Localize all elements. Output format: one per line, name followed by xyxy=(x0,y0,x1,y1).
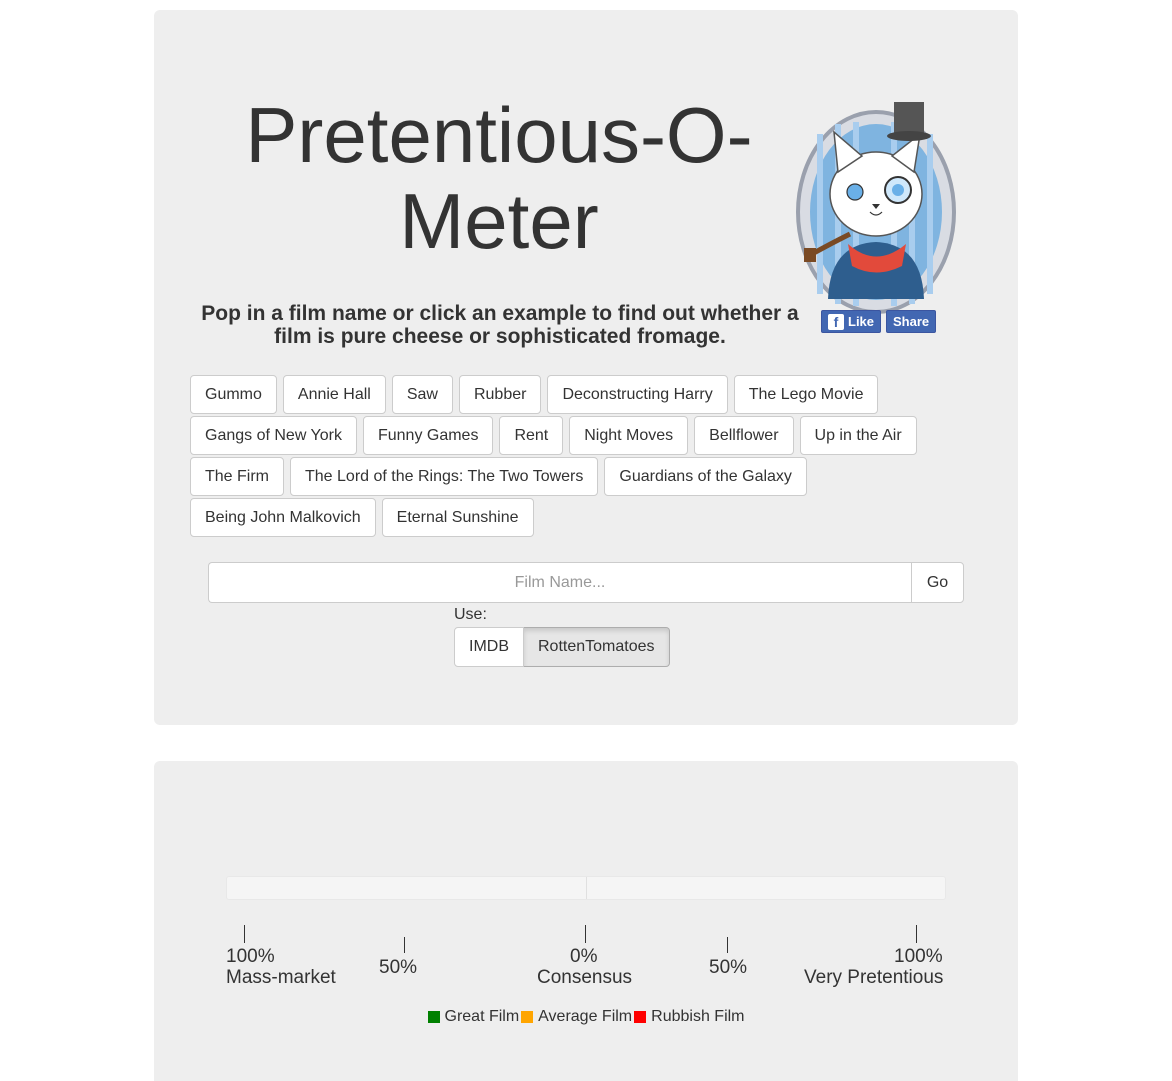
scale-right-percent: 100% xyxy=(894,946,943,967)
like-label: Like xyxy=(848,314,875,329)
legend-label: Great Film xyxy=(444,1008,520,1025)
source-rottentomatoes-button[interactable]: RottenTomatoes xyxy=(524,627,670,667)
legend-label: Rubbish Film xyxy=(651,1008,745,1025)
legend-item: Average Film xyxy=(521,1008,632,1026)
example-film-button[interactable]: Eternal Sunshine xyxy=(381,498,534,537)
example-film-button[interactable]: Guardians of the Galaxy xyxy=(604,457,807,496)
page-title: Pretentious-O-Meter xyxy=(245,91,753,265)
scale-center-percent: 0% xyxy=(570,946,598,967)
example-row: Gummo Annie Hall Saw Rubber Deconstructing H… xyxy=(190,375,990,414)
results-panel: 100% Mass-market 50% 0% Consensus 50% 10… xyxy=(154,761,1018,1081)
tagline: Pop in a film name or click an example t… xyxy=(201,302,799,348)
scale-left-percent: 100% xyxy=(226,946,275,967)
tick-center xyxy=(585,925,586,943)
scale-left-mid-percent: 50% xyxy=(379,957,418,978)
pretentiousness-meter xyxy=(226,876,946,900)
scale-center-name: Consensus xyxy=(537,967,633,988)
tick-left xyxy=(244,925,245,943)
share-label: Share xyxy=(893,314,930,329)
example-film-button[interactable]: Gummo xyxy=(190,375,277,414)
example-film-button[interactable]: Up in the Air xyxy=(799,416,917,455)
source-imdb-button[interactable]: IMDB xyxy=(454,627,524,667)
example-film-button[interactable]: Funny Games xyxy=(362,416,494,455)
example-film-button[interactable]: Being John Malkovich xyxy=(190,498,376,537)
source-label: Use: xyxy=(454,606,487,623)
source-toggle: IMDB RottenTomatoes xyxy=(454,627,670,667)
example-film-button[interactable]: Rubber xyxy=(458,375,542,414)
example-film-button[interactable]: The Lord of the Rings: The Two Towers xyxy=(290,457,599,496)
example-film-button[interactable]: Annie Hall xyxy=(282,375,386,414)
facebook-like-button[interactable]: f Like xyxy=(821,310,882,333)
example-film-button[interactable]: Saw xyxy=(391,375,453,414)
scale-right-name: Very Pretentious xyxy=(804,967,944,988)
example-film-button[interactable]: The Firm xyxy=(190,457,284,496)
legend-label: Average Film xyxy=(538,1008,633,1025)
search-form: Go xyxy=(208,562,964,603)
legend-item: Rubbish Film xyxy=(634,1008,745,1026)
example-film-button[interactable]: Gangs of New York xyxy=(190,416,357,455)
facebook-icon: f xyxy=(828,313,844,330)
search-panel: Pretentious-O-Meter f Like Share Pop in … xyxy=(154,10,1018,725)
legend-swatch xyxy=(521,1011,534,1023)
mascot-cat-image xyxy=(796,102,956,314)
social-buttons: f Like Share xyxy=(821,310,937,333)
tick-right-mid xyxy=(727,937,728,953)
scale-right-mid-percent: 50% xyxy=(709,957,748,978)
example-film-button[interactable]: Deconstructing Harry xyxy=(547,375,728,414)
example-row: The Firm The Lord of the Rings: The Two T… xyxy=(190,457,990,496)
example-film-button[interactable]: Night Moves xyxy=(569,416,689,455)
example-film-button[interactable]: Rent xyxy=(499,416,564,455)
example-films: Gummo Annie Hall Saw Rubber Deconstructing H… xyxy=(190,375,990,539)
example-row: Gangs of New York Funny Games Rent Night Mo… xyxy=(190,416,990,455)
go-button[interactable]: Go xyxy=(911,562,964,603)
scale-left-name: Mass-market xyxy=(226,967,336,988)
facebook-share-button[interactable]: Share xyxy=(886,310,937,333)
legend-swatch xyxy=(634,1011,647,1023)
tick-left-mid xyxy=(404,937,405,953)
legend-item: Great Film xyxy=(427,1008,520,1026)
film-name-input[interactable] xyxy=(208,562,911,603)
legend-swatch xyxy=(427,1011,440,1023)
example-row: Being John Malkovich Eternal Sunshine xyxy=(190,498,990,537)
example-film-button[interactable]: Bellflower xyxy=(694,416,794,455)
example-film-button[interactable]: The Lego Movie xyxy=(733,375,879,414)
tick-right xyxy=(916,925,917,943)
legend: Great Film Average Film Rubbish Film xyxy=(154,1008,1018,1028)
meter-center-line xyxy=(586,877,587,899)
